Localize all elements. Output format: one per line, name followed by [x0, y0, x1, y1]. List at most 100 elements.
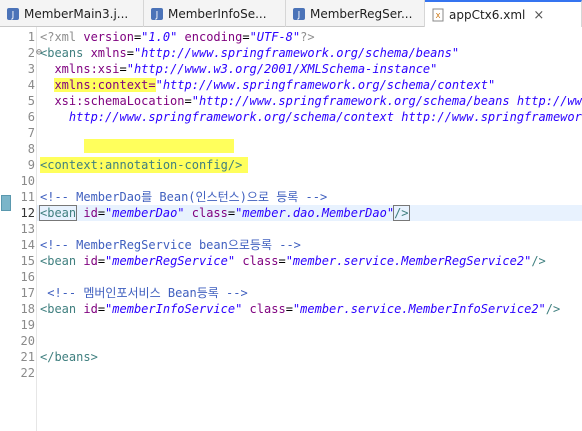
line-number: 22 — [20, 366, 35, 380]
code-line-21: </beans> — [40, 350, 98, 364]
svg-text:X: X — [436, 12, 441, 20]
line-number: 19 — [20, 318, 35, 332]
code-editor[interactable]: 1 2 3 4 5 6 7 8 9 10 11 12 13 14 15 16 1… — [0, 27, 582, 431]
line-number: 14 — [20, 238, 35, 252]
equals: = — [278, 254, 286, 268]
attr-value: http://www.springframework.org/schema/co… — [40, 110, 582, 124]
line-number: 2 — [27, 46, 35, 60]
equals: = — [97, 302, 106, 316]
line-number: 1 — [27, 30, 35, 44]
tab-label: MemberInfoSe... — [168, 6, 267, 21]
line-number: 21 — [20, 350, 35, 364]
code-line-17: <!-- 멤버인포서비스 Bean등록 --> — [40, 286, 248, 300]
code-line-4: xmlns:context="http://www.springframewor… — [40, 77, 495, 93]
close-icon[interactable]: × — [533, 8, 544, 23]
line-number: 15 — [20, 254, 35, 268]
tab-membermain3[interactable]: J MemberMain3.j... — [0, 0, 144, 27]
attr-name: xsi:schemaLocation — [40, 94, 185, 108]
java-file-icon: J — [292, 7, 306, 21]
java-file-icon: J — [150, 7, 164, 21]
current-line-marker — [1, 195, 11, 211]
tab-memberinfoservice[interactable]: J MemberInfoSe... — [144, 0, 286, 27]
attr-name: class — [184, 206, 228, 220]
attr-value: "UTF-8" — [249, 30, 301, 44]
tab-appctx6-xml[interactable]: X appCtx6.xml × — [425, 0, 582, 28]
svg-text:J: J — [155, 10, 159, 20]
svg-text:J: J — [11, 10, 15, 20]
attr-name: id — [76, 302, 98, 316]
tag-open: <bean — [40, 254, 77, 268]
attr-value: "http://www.springframework.org/schema/b… — [191, 94, 582, 108]
java-file-icon: J — [6, 7, 20, 21]
equals: = — [97, 206, 106, 220]
attr-value: "member.service.MemberRegService2" — [285, 254, 532, 268]
code-line-18: <bean id="memberInfoService" class="memb… — [40, 301, 560, 317]
equals: = — [119, 62, 127, 76]
attr-name: encoding — [177, 30, 243, 44]
line-number: 8 — [27, 142, 35, 156]
line-number-gutter: 1 2 3 4 5 6 7 8 9 10 11 12 13 14 15 16 1… — [12, 27, 42, 431]
editor-tab-bar: J MemberMain3.j... J MemberInfoSe... J M… — [0, 0, 582, 28]
code-line-12: <bean id="memberDao" class="member.dao.M… — [38, 205, 410, 221]
tab-label: appCtx6.xml — [449, 8, 526, 22]
annotation-ruler — [0, 27, 12, 431]
equals: = — [285, 302, 293, 316]
attr-name: id — [76, 206, 98, 220]
tag-close: /> — [545, 302, 561, 316]
attr-value: "memberDao" — [105, 206, 185, 220]
attr-value: "member.service.MemberInfoService2" — [292, 302, 546, 316]
xml-declaration: <?xml — [40, 30, 84, 44]
line-number: 6 — [27, 110, 35, 124]
highlighter-stroke-line-8 — [84, 139, 234, 153]
annotation-config-tag: <context:annotation-config/> — [40, 158, 243, 172]
attr-name: class — [242, 302, 286, 316]
line-number: 17 — [20, 286, 35, 300]
attr-name: xmlns:xsi — [40, 62, 120, 76]
tab-label: MemberRegSer... — [310, 6, 413, 21]
xml-declaration-end: ?> — [300, 30, 315, 44]
code-line-1: <?xml version="1.0" encoding="UTF-8"?> — [40, 29, 315, 45]
line-number: 13 — [20, 222, 35, 236]
highlighted-attr-name: xmlns:context= — [54, 78, 156, 92]
equals: = — [242, 30, 250, 44]
equals: = — [126, 46, 134, 60]
equals: = — [184, 94, 192, 108]
equals: = — [97, 254, 106, 268]
svg-text:J: J — [297, 10, 301, 20]
line-number: 20 — [20, 334, 35, 348]
code-line-6: http://www.springframework.org/schema/co… — [40, 109, 582, 125]
attr-value: "http://www.springframework.org/schema/b… — [133, 46, 460, 60]
code-line-15: <bean id="memberRegService" class="membe… — [40, 253, 546, 269]
xml-file-icon: X — [431, 8, 445, 22]
attr-value: "http://www.w3.org/2001/XMLSchema-instan… — [126, 62, 438, 76]
attr-value: "http://www.springframework.org/schema/c… — [155, 78, 496, 92]
code-line-3: xmlns:xsi="http://www.w3.org/2001/XMLSch… — [40, 61, 437, 77]
line-number: 12 — [20, 206, 35, 220]
attr-value: "1.0" — [141, 30, 178, 44]
attr-value: "memberRegService" — [105, 254, 236, 268]
line-number: 4 — [27, 78, 35, 92]
tag-close: /> — [531, 254, 546, 268]
tag-open: <beans — [40, 46, 84, 60]
line-number: 5 — [27, 94, 35, 108]
tag-open: <bean — [40, 302, 77, 316]
line-number: 11 — [20, 190, 35, 204]
tag-close: /> — [393, 205, 410, 221]
line-number: 16 — [20, 270, 35, 284]
attr-name: version — [83, 30, 134, 44]
code-line-11: <!-- MemberDao를 Bean(인스턴스)으로 등록 --> — [40, 190, 328, 204]
attr-name: xmlns — [83, 46, 127, 60]
code-line-5: xsi:schemaLocation="http://www.springfra… — [40, 93, 582, 109]
attr-name: class — [235, 254, 279, 268]
tag-open: <bean — [38, 205, 78, 221]
code-line-9: <context:annotation-config/> — [40, 157, 249, 173]
line-number: 10 — [20, 174, 35, 188]
attr-value: "memberInfoService" — [105, 302, 243, 316]
tab-memberregservice[interactable]: J MemberRegSer... — [286, 0, 425, 27]
code-line-14: <!-- MemberRegService bean으로등록 --> — [40, 238, 301, 252]
tab-label: MemberMain3.j... — [24, 6, 129, 21]
attr-name: id — [76, 254, 98, 268]
attr-value: "member.dao.MemberDao" — [235, 206, 395, 220]
line-number: 7 — [27, 126, 35, 140]
line-number: 3 — [27, 62, 35, 76]
